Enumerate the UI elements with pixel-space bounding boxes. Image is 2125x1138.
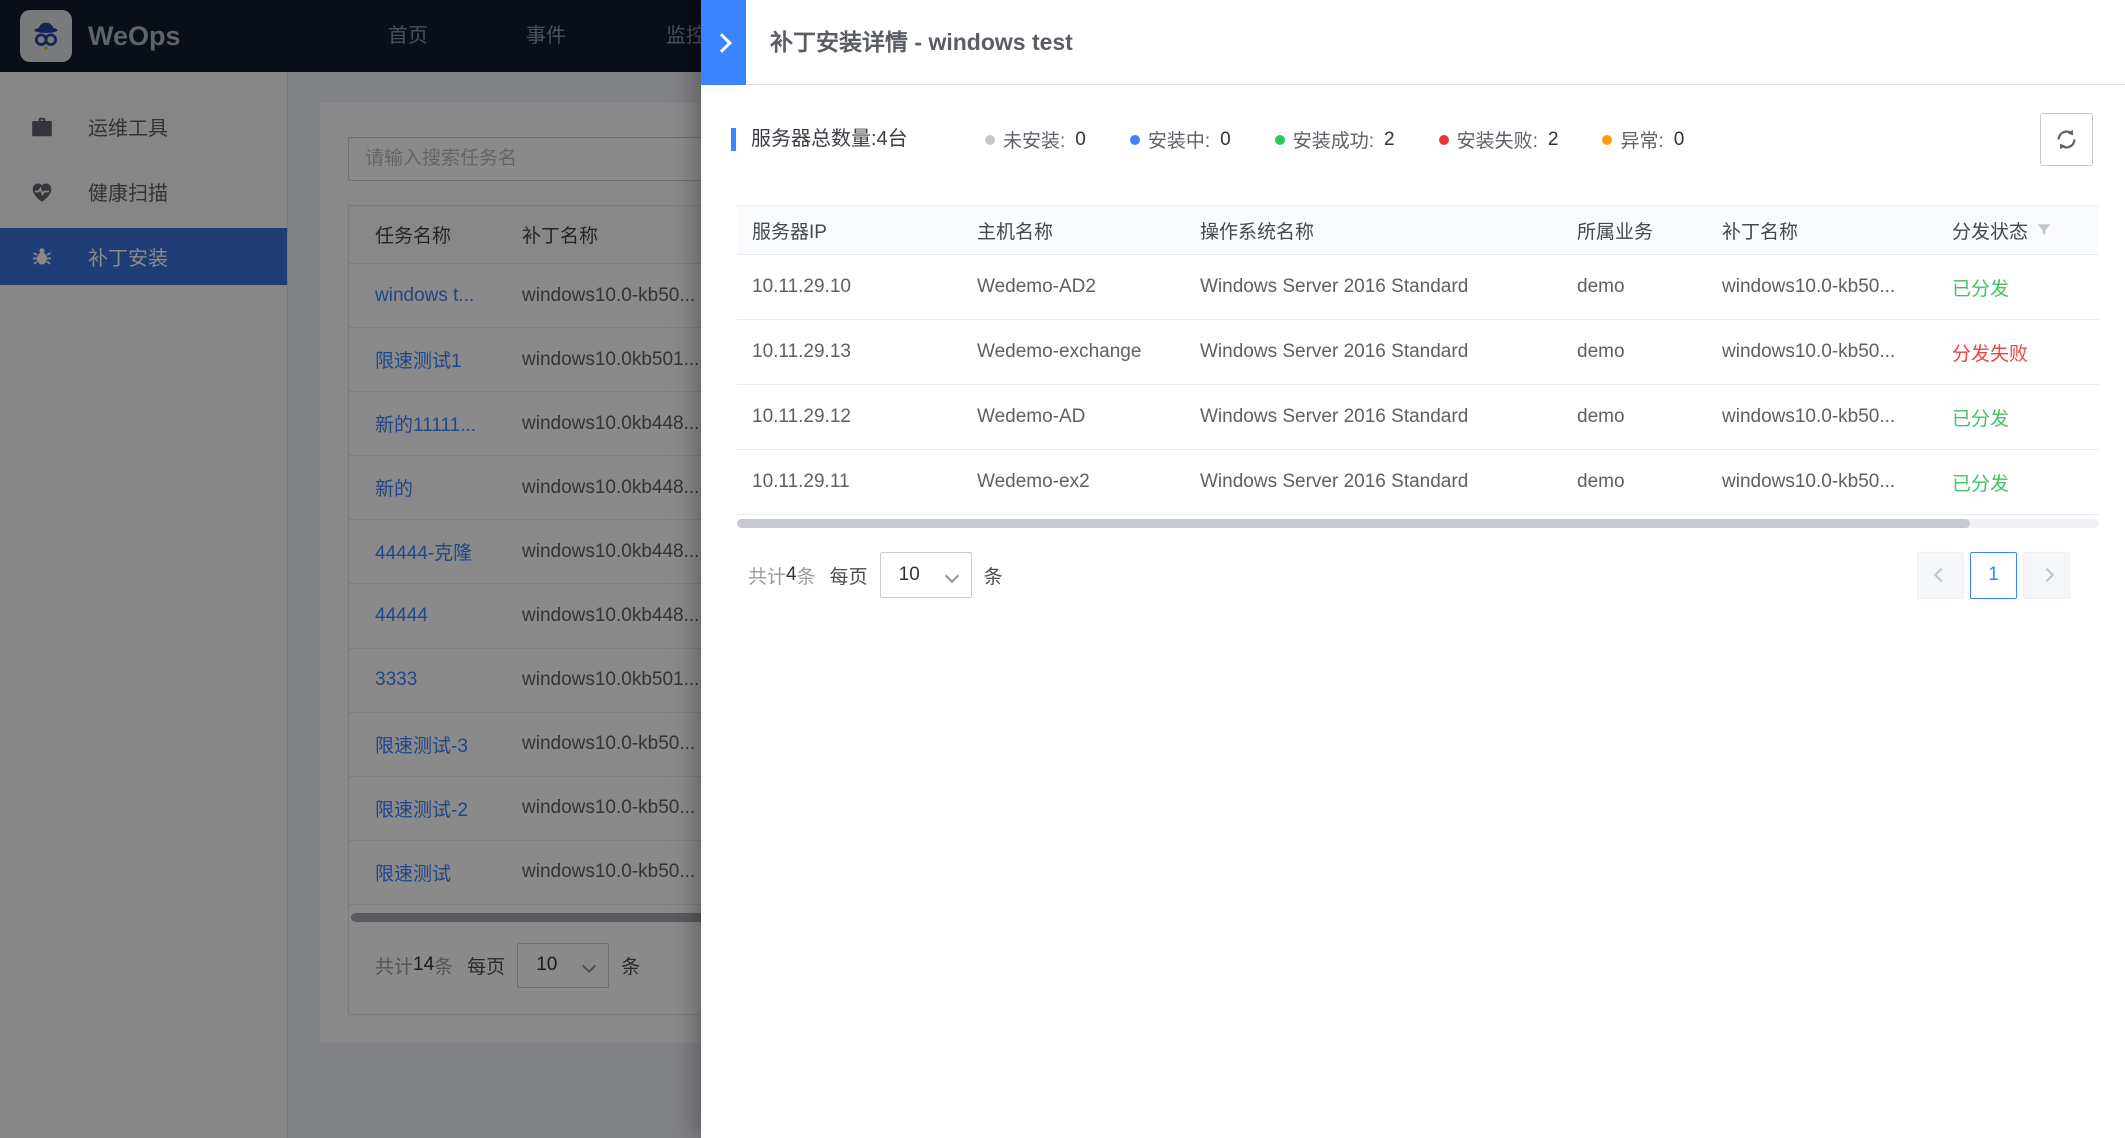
business-cell: demo	[1562, 341, 1707, 363]
status-dot-blue	[1130, 135, 1140, 145]
os-name-cell: Windows Server 2016 Standard	[1185, 276, 1562, 298]
pagination-controls: 1	[1917, 551, 2070, 599]
os-name-cell: Windows Server 2016 Standard	[1185, 406, 1562, 428]
status-value: 0	[1075, 129, 1086, 151]
status-dot-red	[1439, 135, 1449, 145]
status-value: 0	[1674, 129, 1685, 151]
page-number-button[interactable]: 1	[1970, 552, 2017, 599]
next-page-button[interactable]	[2023, 552, 2070, 599]
total-count: 4	[786, 564, 797, 586]
host-name-cell: Wedemo-exchange	[962, 341, 1185, 363]
column-header-business: 所属业务	[1562, 217, 1707, 244]
refresh-button[interactable]	[2040, 113, 2093, 166]
distribute-status-cell: 分发失败	[1937, 339, 2099, 366]
status-legend: 未安装: 0 安装中: 0 安装成功: 2 安装失败: 2	[985, 113, 1684, 166]
status-success: 安装成功: 2	[1275, 126, 1395, 153]
distribute-status-cell: 已分发	[1937, 469, 2099, 496]
horizontal-scrollbar-track	[737, 519, 2099, 528]
status-installing: 安装中: 0	[1130, 126, 1231, 153]
drawer-collapse-button[interactable]	[701, 0, 746, 85]
server-ip-cell: 10.11.29.10	[737, 276, 962, 298]
host-name-cell: Wedemo-AD2	[962, 276, 1185, 298]
column-header-host-name: 主机名称	[962, 217, 1185, 244]
status-label: 安装成功:	[1293, 126, 1374, 153]
status-value: 2	[1384, 129, 1395, 151]
patch-name-cell: windows10.0-kb50...	[1707, 406, 1937, 428]
status-dot-orange	[1602, 135, 1612, 145]
server-table-pagination: 共计 4 条 每页 10 条 1	[737, 551, 2099, 599]
host-name-cell: Wedemo-AD	[962, 406, 1185, 428]
chevron-right-icon	[712, 33, 732, 53]
patch-name-cell: windows10.0-kb50...	[1707, 276, 1937, 298]
column-header-patch-name: 补丁名称	[1707, 217, 1937, 244]
table-row[interactable]: 10.11.29.10 Wedemo-AD2 Windows Server 20…	[737, 255, 2099, 320]
unit-label: 条	[984, 562, 1003, 589]
table-row[interactable]: 10.11.29.12 Wedemo-AD Windows Server 201…	[737, 385, 2099, 450]
distribute-status-cell: 已分发	[1937, 274, 2099, 301]
status-dot-gray	[985, 135, 995, 145]
host-name-cell: Wedemo-ex2	[962, 471, 1185, 493]
status-label: 安装中:	[1148, 126, 1210, 153]
status-value: 0	[1220, 129, 1231, 151]
total-suffix: 条	[797, 562, 816, 589]
status-abnormal: 异常: 0	[1602, 126, 1684, 153]
server-ip-cell: 10.11.29.13	[737, 341, 962, 363]
server-table-header: 服务器IP 主机名称 操作系统名称 所属业务 补丁名称 分发状态	[737, 205, 2099, 255]
column-header-distribute-status: 分发状态	[1937, 217, 2099, 244]
os-name-cell: Windows Server 2016 Standard	[1185, 471, 1562, 493]
status-not-installed: 未安装: 0	[985, 126, 1086, 153]
app-window: WeOps 首页 事件 监控 运维工具 健康扫描 补丁安装	[0, 0, 2125, 1138]
chevron-left-icon	[1933, 568, 1947, 582]
business-cell: demo	[1562, 276, 1707, 298]
patch-name-cell: windows10.0-kb50...	[1707, 471, 1937, 493]
status-failed: 安装失败: 2	[1439, 126, 1559, 153]
column-header-label: 分发状态	[1952, 217, 2028, 244]
per-page-label: 每页	[830, 562, 868, 589]
drawer-title: 补丁安装详情 - windows test	[770, 0, 1073, 85]
patch-name-cell: windows10.0-kb50...	[1707, 341, 1937, 363]
os-name-cell: Windows Server 2016 Standard	[1185, 341, 1562, 363]
accent-bar	[731, 128, 736, 151]
page-size-select[interactable]: 10	[880, 552, 972, 598]
filter-funnel-icon[interactable]	[2036, 222, 2052, 238]
status-value: 2	[1548, 129, 1559, 151]
previous-page-button[interactable]	[1917, 552, 1964, 599]
horizontal-scrollbar-thumb[interactable]	[737, 519, 1970, 528]
pagination-summary: 共计 4 条 每页 10 条	[748, 551, 1003, 599]
page-size-value: 10	[899, 564, 920, 586]
server-ip-cell: 10.11.29.12	[737, 406, 962, 428]
status-label: 异常:	[1620, 126, 1663, 153]
status-dot-green	[1275, 135, 1285, 145]
status-label: 未安装:	[1003, 126, 1065, 153]
chevron-down-icon	[945, 569, 959, 583]
status-label: 安装失败:	[1457, 126, 1538, 153]
business-cell: demo	[1562, 471, 1707, 493]
column-header-server-ip: 服务器IP	[737, 217, 962, 244]
refresh-icon	[2053, 126, 2080, 153]
table-row[interactable]: 10.11.29.13 Wedemo-exchange Windows Serv…	[737, 320, 2099, 385]
column-header-os-name: 操作系统名称	[1185, 217, 1562, 244]
patch-detail-drawer: 补丁安装详情 - windows test 服务器总数量:4台 未安装: 0 安…	[701, 0, 2125, 1138]
business-cell: demo	[1562, 406, 1707, 428]
total-prefix: 共计	[748, 562, 786, 589]
drawer-header: 补丁安装详情 - windows test	[701, 0, 2125, 85]
distribute-status-cell: 已分发	[1937, 404, 2099, 431]
chevron-right-icon	[2039, 568, 2053, 582]
server-summary-row: 服务器总数量:4台 未安装: 0 安装中: 0 安装成功: 2	[701, 113, 2125, 166]
server-patch-table: 服务器IP 主机名称 操作系统名称 所属业务 补丁名称 分发状态 10.11.2…	[737, 205, 2099, 515]
server-ip-cell: 10.11.29.11	[737, 471, 962, 493]
table-row[interactable]: 10.11.29.11 Wedemo-ex2 Windows Server 20…	[737, 450, 2099, 515]
server-total-label: 服务器总数量:4台	[751, 113, 908, 166]
